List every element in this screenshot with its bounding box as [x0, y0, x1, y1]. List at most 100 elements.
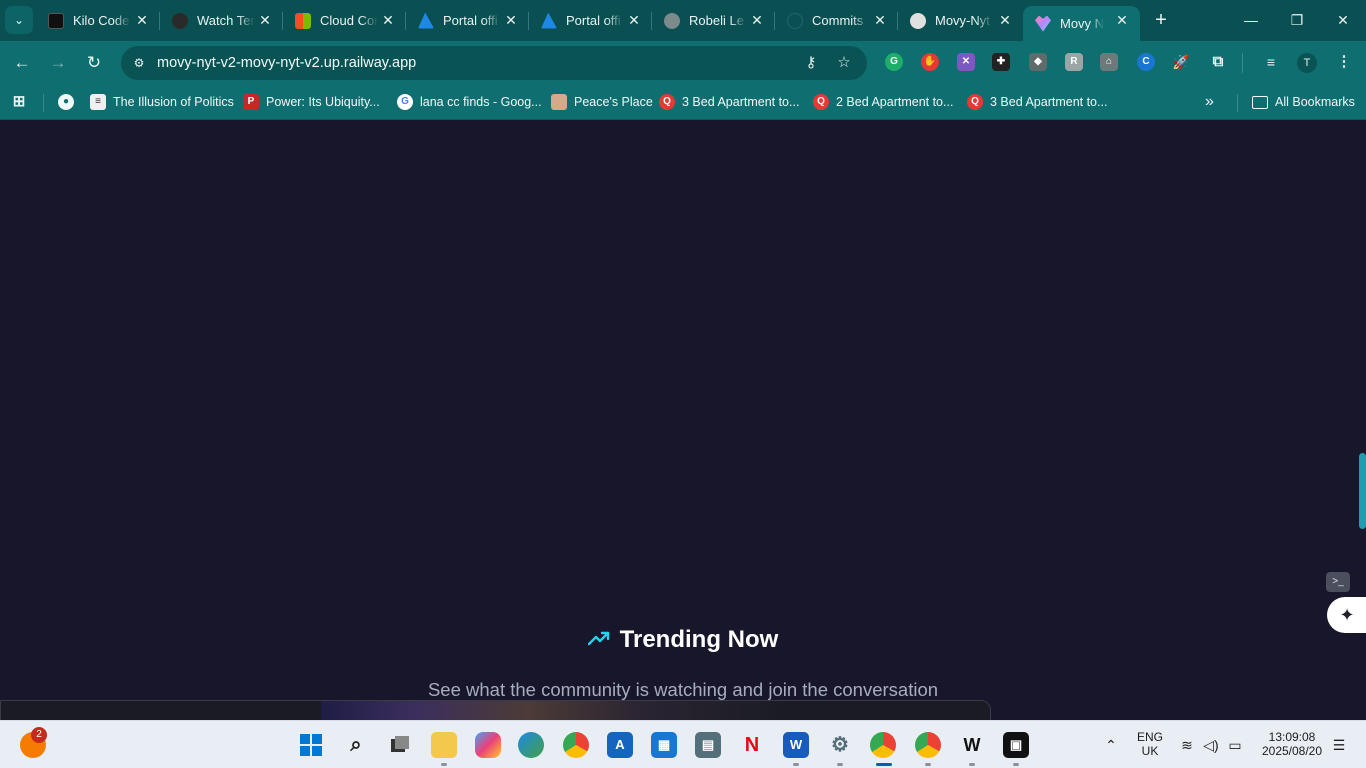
restore-button[interactable]: ❐: [1274, 0, 1320, 41]
task-view-icon[interactable]: [387, 732, 413, 758]
close-tab-icon[interactable]: ✕: [257, 12, 273, 28]
more-bookmarks-button[interactable]: »: [1205, 92, 1214, 112]
close-tab-icon[interactable]: ✕: [503, 12, 519, 28]
bookmark-lana[interactable]: G lana cc finds - Goog...: [397, 92, 542, 112]
terminal-app-icon[interactable]: ▣: [1003, 732, 1029, 758]
rocket-extension-icon[interactable]: 🚀: [1172, 53, 1190, 71]
copilot-icon[interactable]: [475, 732, 501, 758]
tab-watch[interactable]: Watch Ter ✕: [160, 0, 283, 41]
close-tab-icon[interactable]: ✕: [1114, 12, 1130, 28]
page-scrollbar[interactable]: [1359, 453, 1366, 529]
bookmark-power[interactable]: P Power: Its Ubiquity...: [243, 92, 380, 112]
chrome-profile-2-icon[interactable]: [915, 732, 941, 758]
battery-icon[interactable]: ▭: [1225, 735, 1245, 755]
movy-heart-icon: [1035, 15, 1051, 32]
tab-movy-active[interactable]: Movy Nyt ✕: [1023, 6, 1140, 41]
tool-extension-icon[interactable]: ◆: [1029, 53, 1047, 71]
doc-icon: ≡: [90, 94, 106, 110]
section-subtitle: See what the community is watching and j…: [427, 679, 939, 700]
bookmark-apartment-2[interactable]: Q 2 Bed Apartment to...: [813, 92, 953, 112]
clock[interactable]: 13:09:08 2025/08/20: [1254, 721, 1330, 768]
tab-portal-2[interactable]: Portal offi ✕: [529, 0, 652, 41]
extension-purple-icon[interactable]: ✕: [957, 53, 975, 71]
wifi-icon[interactable]: ≋: [1177, 735, 1197, 755]
file-explorer-icon[interactable]: [431, 732, 457, 758]
all-bookmarks-button[interactable]: All Bookmarks: [1252, 92, 1355, 112]
close-tab-icon[interactable]: ✕: [380, 12, 396, 28]
forward-icon[interactable]: →: [45, 50, 71, 76]
settings-gear-icon[interactable]: ⚙: [827, 732, 853, 758]
azure-icon: [418, 12, 434, 29]
volume-icon[interactable]: ◁): [1201, 735, 1221, 755]
bookmark-peace[interactable]: Peace's Place: [551, 92, 653, 112]
c-extension-icon[interactable]: C: [1137, 53, 1155, 71]
bookmark-illusion-politics[interactable]: ≡ The Illusion of Politics: [90, 92, 234, 112]
gamepad-extension-icon[interactable]: ✚: [992, 53, 1010, 71]
bookmark-apartment-3[interactable]: Q 3 Bed Apartment to...: [967, 92, 1107, 112]
wakatime-icon[interactable]: W: [959, 732, 985, 758]
globe-bookmark-icon[interactable]: ●: [58, 92, 74, 112]
tab-commits[interactable]: Commits ✕: [775, 0, 898, 41]
running-indicator: [969, 763, 975, 766]
dev-tools-floating-icon[interactable]: >_: [1326, 572, 1350, 592]
folder-icon: [1252, 95, 1268, 109]
trending-card[interactable]: [0, 700, 991, 720]
extensions-puzzle-icon[interactable]: ⧉: [1209, 53, 1227, 71]
bookmark-label: Peace's Place: [574, 95, 653, 109]
running-indicator: [793, 763, 799, 766]
tab-robeli[interactable]: Robeli Le ✕: [652, 0, 775, 41]
edge-icon[interactable]: [518, 732, 544, 758]
minimize-button[interactable]: —: [1228, 0, 1274, 41]
url-text[interactable]: movy-nyt-v2-movy-nyt-v2.up.railway.app: [157, 55, 416, 71]
language-code: ENG: [1136, 730, 1163, 744]
azure-data-studio-icon[interactable]: A: [607, 732, 633, 758]
tab-search-button[interactable]: ⌄: [5, 6, 33, 34]
page-content: >_ ✦ Trending Now See what the community…: [0, 121, 1366, 720]
chrome-icon[interactable]: [563, 732, 589, 758]
bookmark-star-icon[interactable]: ☆: [835, 54, 853, 72]
reload-icon[interactable]: ↻: [81, 50, 107, 76]
apps-grid-icon[interactable]: ⊞: [11, 92, 27, 112]
tab-movy-1[interactable]: Movy-Nyt ✕: [898, 0, 1023, 41]
notifications-icon[interactable]: ☰: [1329, 735, 1349, 755]
close-tab-icon[interactable]: ✕: [872, 12, 888, 28]
bookmark-apartment-1[interactable]: Q 3 Bed Apartment to...: [659, 92, 799, 112]
close-tab-icon[interactable]: ✕: [997, 12, 1013, 28]
close-tab-icon[interactable]: ✕: [749, 12, 765, 28]
hand-extension-icon[interactable]: ✋: [921, 53, 939, 71]
close-tab-icon[interactable]: ✕: [626, 12, 642, 28]
page-extension-icon[interactable]: R: [1065, 53, 1083, 71]
calculator-icon[interactable]: ▤: [695, 732, 721, 758]
language-indicator[interactable]: ENG UK: [1130, 721, 1170, 768]
bookmark-label: lana cc finds - Goog...: [420, 95, 542, 109]
tab-cloud[interactable]: Cloud Cor ✕: [283, 0, 406, 41]
tab-kilo-code[interactable]: Kilo Code ✕: [36, 0, 160, 41]
hidden-icons-chevron-icon[interactable]: ⌃: [1101, 735, 1121, 755]
bookmark-label: 3 Bed Apartment to...: [682, 95, 800, 109]
google-icon: G: [397, 94, 413, 110]
wave-extension-icon[interactable]: ⌂: [1100, 53, 1118, 71]
tab-portal-1[interactable]: Portal offi ✕: [406, 0, 529, 41]
chrome-profile-icon[interactable]: [870, 732, 896, 758]
password-key-icon[interactable]: ⚷: [802, 54, 820, 72]
media-control-icon[interactable]: ≡: [1262, 53, 1280, 71]
menu-kebab-icon[interactable]: ⋮: [1335, 53, 1353, 71]
start-windows-icon[interactable]: [298, 732, 324, 758]
store-icon[interactable]: ▦: [651, 732, 677, 758]
new-tab-button[interactable]: +: [1149, 9, 1173, 33]
running-indicator: [925, 763, 931, 766]
word-icon[interactable]: W: [783, 732, 809, 758]
tab-title: Portal offi: [443, 13, 498, 28]
profile-avatar[interactable]: T: [1297, 53, 1317, 73]
close-tab-icon[interactable]: ✕: [134, 12, 150, 28]
netflix-icon[interactable]: N: [739, 732, 765, 758]
address-bar[interactable]: ⚙ movy-nyt-v2-movy-nyt-v2.up.railway.app…: [121, 46, 867, 80]
tab-title: Movy-Nyt: [935, 13, 990, 28]
kilo-code-icon: [48, 12, 64, 29]
close-window-button[interactable]: ✕: [1320, 0, 1366, 41]
search-icon[interactable]: ⌕: [343, 732, 369, 758]
trending-up-icon: [587, 629, 610, 652]
site-info-icon[interactable]: ⚙: [131, 55, 147, 71]
grammarly-icon[interactable]: G: [885, 53, 903, 71]
back-icon[interactable]: ←: [9, 50, 35, 76]
